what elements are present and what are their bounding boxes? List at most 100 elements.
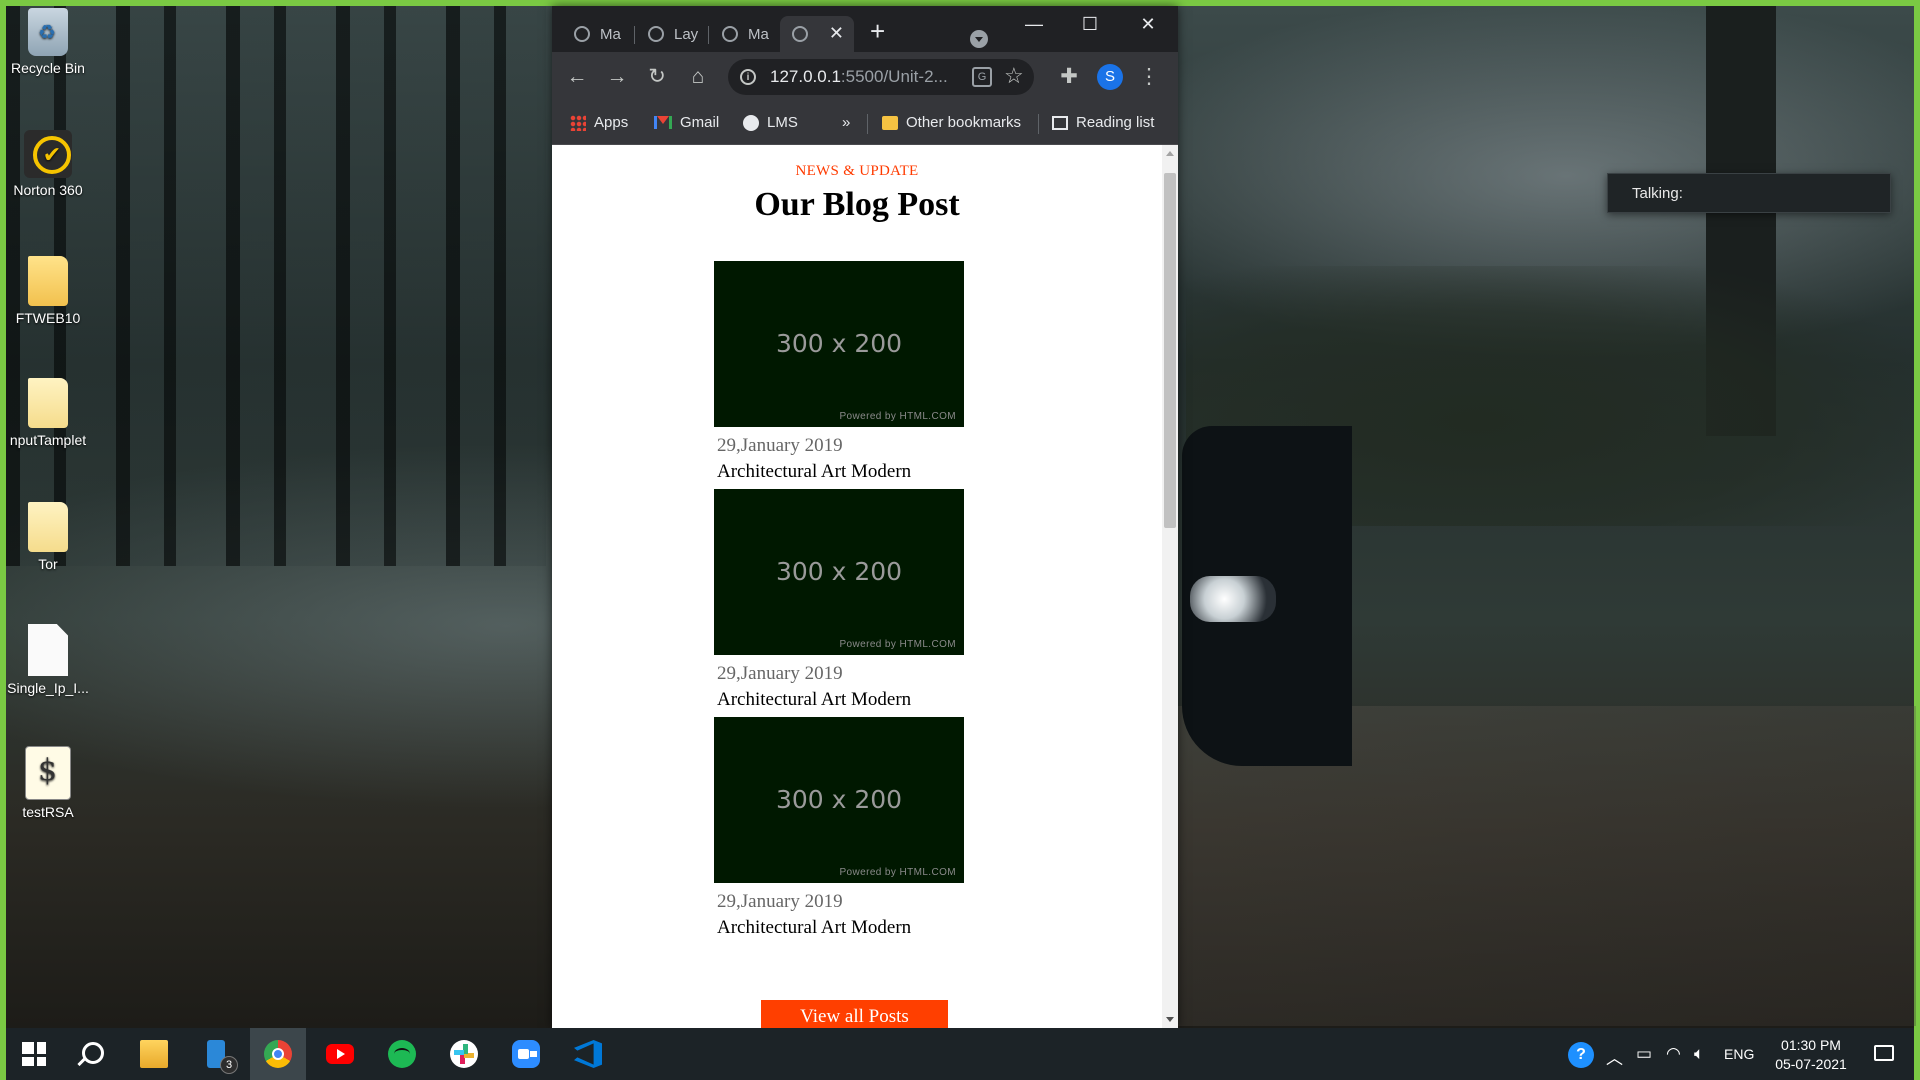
- globe-icon: [743, 114, 759, 131]
- desktop-icon-recycle-bin[interactable]: Recycle Bin: [6, 8, 90, 76]
- image-placeholder-text: 300 x 200: [775, 329, 903, 358]
- search-button[interactable]: [62, 1028, 118, 1080]
- taskbar: 3 ? ︿ ▭ ◠ 🔈︎ ENG 01:30 PM 05-07-2021: [6, 1028, 1914, 1080]
- taskbar-spotify[interactable]: [374, 1028, 430, 1080]
- globe-icon: [722, 26, 738, 42]
- desktop-icon-label: Single_Ip_I...: [7, 680, 89, 696]
- gmail-icon: [654, 116, 672, 129]
- url-text[interactable]: 127.0.0.1:5500/Unit-2...: [770, 67, 960, 87]
- page-title: Our Blog Post: [754, 186, 960, 223]
- page-viewport: NEWS & UPDATE Our Blog Post 300 x 200 Po…: [552, 145, 1162, 1028]
- tab-1[interactable]: Ma: [562, 16, 628, 52]
- blog-post[interactable]: 300 x 200 Powered by HTML.COM 29,January…: [714, 261, 964, 483]
- desktop-icon-tor[interactable]: Tor: [6, 502, 90, 572]
- folder-icon: [28, 378, 68, 428]
- reload-icon[interactable]: ↻: [643, 64, 671, 90]
- desktop-icon-label: Tor: [38, 556, 58, 572]
- tab-search-icon[interactable]: [970, 30, 988, 48]
- reading-list[interactable]: Reading list: [1052, 114, 1154, 131]
- bookmark-apps[interactable]: Apps: [570, 114, 628, 131]
- post-title[interactable]: Architectural Art Modern: [717, 917, 964, 939]
- bookmarks-overflow-button[interactable]: »: [842, 114, 850, 131]
- scroll-down-icon[interactable]: [1166, 1017, 1174, 1022]
- close-window-button[interactable]: ✕: [1128, 14, 1168, 35]
- notifications-icon[interactable]: [1874, 1045, 1894, 1061]
- taskbar-youtube[interactable]: [312, 1028, 368, 1080]
- bookmark-label: Apps: [594, 114, 629, 131]
- desktop-icon-norton[interactable]: Norton 360: [6, 130, 90, 198]
- blog-post[interactable]: 300 x 200 Powered by HTML.COM 29,January…: [714, 717, 964, 939]
- script-icon: [25, 746, 71, 800]
- file-explorer-icon: [140, 1040, 168, 1068]
- desktop-icon-nputtamplet[interactable]: nputTamplet: [6, 378, 90, 448]
- battery-icon[interactable]: ▭: [1636, 1044, 1652, 1064]
- page-scrollbar[interactable]: [1162, 145, 1178, 1028]
- post-image[interactable]: 300 x 200 Powered by HTML.COM: [714, 261, 964, 427]
- scrollbar-thumb[interactable]: [1164, 173, 1176, 528]
- recycle-bin-icon: [28, 8, 68, 56]
- taskbar-chrome[interactable]: [250, 1028, 306, 1080]
- forward-icon[interactable]: →: [603, 64, 631, 90]
- post-date: 29,January 2019: [717, 663, 843, 684]
- browser-window: Ma Lay Ma ✕ + — ☐ ✕ ← → ↻ ⌂ i 127.0.0.1:…: [552, 6, 1178, 1028]
- profile-avatar[interactable]: S: [1097, 64, 1123, 90]
- reading-list-icon: [1052, 115, 1068, 130]
- desktop-icon-label: Norton 360: [13, 182, 83, 198]
- taskbar-slack[interactable]: [436, 1028, 492, 1080]
- taskbar-vscode[interactable]: [560, 1028, 616, 1080]
- home-icon[interactable]: ⌂: [684, 64, 712, 90]
- help-icon[interactable]: ?: [1568, 1042, 1594, 1068]
- view-all-posts-button[interactable]: View all Posts: [761, 1000, 948, 1028]
- back-icon[interactable]: ←: [563, 64, 591, 90]
- chevron-up-icon[interactable]: ︿: [1606, 1044, 1623, 1069]
- post-date: 29,January 2019: [717, 891, 843, 912]
- menu-icon[interactable]: ⋮: [1135, 64, 1163, 90]
- blog-post[interactable]: 300 x 200 Powered by HTML.COM 29,January…: [714, 489, 964, 711]
- taskbar-file-explorer[interactable]: [126, 1028, 182, 1080]
- language-indicator[interactable]: ENG: [1724, 1046, 1754, 1062]
- close-tab-icon[interactable]: ✕: [829, 23, 844, 44]
- bookmark-star-icon[interactable]: ☆: [1004, 63, 1024, 89]
- volume-icon[interactable]: 🔈︎: [1694, 1044, 1704, 1064]
- document-icon: [28, 624, 68, 676]
- clock-time: 01:30 PM: [1781, 1037, 1841, 1053]
- tab-title: Ma: [748, 25, 769, 43]
- image-placeholder-text: 300 x 200: [775, 557, 903, 586]
- start-button[interactable]: [6, 1028, 62, 1080]
- extensions-icon[interactable]: ✚: [1055, 64, 1083, 90]
- maximize-button[interactable]: ☐: [1070, 14, 1110, 35]
- bookmark-gmail[interactable]: Gmail: [654, 114, 719, 131]
- tab-separator: [634, 26, 635, 44]
- new-tab-button[interactable]: +: [870, 18, 885, 44]
- globe-icon: [792, 26, 808, 42]
- other-bookmarks[interactable]: Other bookmarks: [882, 114, 1021, 131]
- image-credit: Powered by HTML.COM: [839, 867, 956, 878]
- browser-toolbar: ← → ↻ ⌂ i 127.0.0.1:5500/Unit-2... G ☆ ✚…: [552, 52, 1178, 102]
- clock[interactable]: 01:30 PM 05-07-2021: [1770, 1036, 1852, 1074]
- bookmark-separator: [1038, 114, 1039, 134]
- address-bar[interactable]: i 127.0.0.1:5500/Unit-2... G ☆: [728, 59, 1034, 95]
- desktop-icon-testrsa[interactable]: testRSA: [6, 746, 90, 820]
- taskbar-zoom[interactable]: [498, 1028, 554, 1080]
- translate-icon[interactable]: G: [972, 67, 992, 87]
- post-title[interactable]: Architectural Art Modern: [717, 689, 964, 711]
- folder-icon: [882, 115, 898, 130]
- talking-widget: Talking:: [1607, 173, 1891, 213]
- desktop-icon-label: Recycle Bin: [11, 60, 85, 76]
- tab-active[interactable]: ✕: [780, 16, 854, 52]
- site-info-icon[interactable]: i: [740, 69, 756, 85]
- wifi-icon[interactable]: ◠: [1666, 1044, 1681, 1064]
- desktop-icon-ftweb10[interactable]: FTWEB10: [6, 256, 90, 326]
- tab-3[interactable]: Ma: [710, 16, 776, 52]
- tab-2[interactable]: Lay: [636, 16, 702, 52]
- minimize-button[interactable]: —: [1014, 14, 1054, 35]
- apps-grid-icon: [570, 114, 586, 131]
- post-title[interactable]: Architectural Art Modern: [717, 461, 964, 483]
- post-image[interactable]: 300 x 200 Powered by HTML.COM: [714, 717, 964, 883]
- post-image[interactable]: 300 x 200 Powered by HTML.COM: [714, 489, 964, 655]
- desktop-icon-single-ip[interactable]: Single_Ip_I...: [6, 624, 90, 696]
- search-icon: [82, 1042, 104, 1064]
- scroll-up-icon[interactable]: [1166, 151, 1174, 156]
- taskbar-phone-link[interactable]: 3: [188, 1028, 244, 1080]
- bookmark-lms[interactable]: LMS: [743, 114, 798, 131]
